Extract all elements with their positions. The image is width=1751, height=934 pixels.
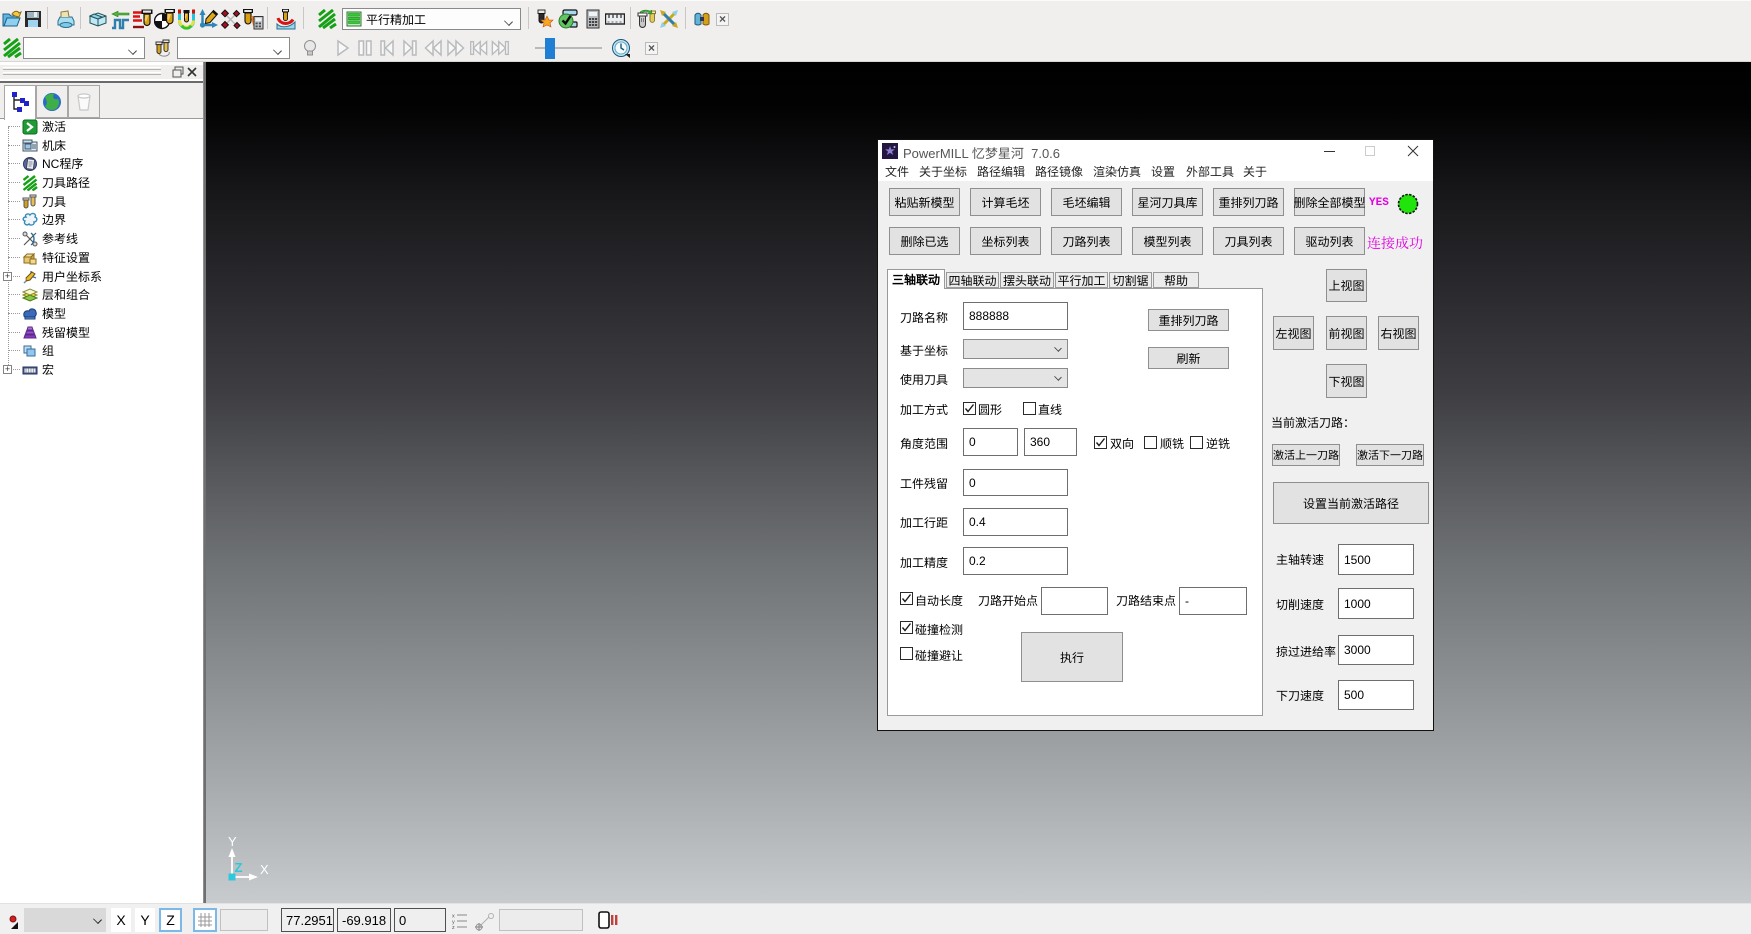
- svg-text:Y: Y: [228, 834, 237, 849]
- svg-text:Z: Z: [235, 860, 243, 875]
- svg-text:z: z: [452, 925, 455, 929]
- svg-text:X: X: [260, 862, 269, 877]
